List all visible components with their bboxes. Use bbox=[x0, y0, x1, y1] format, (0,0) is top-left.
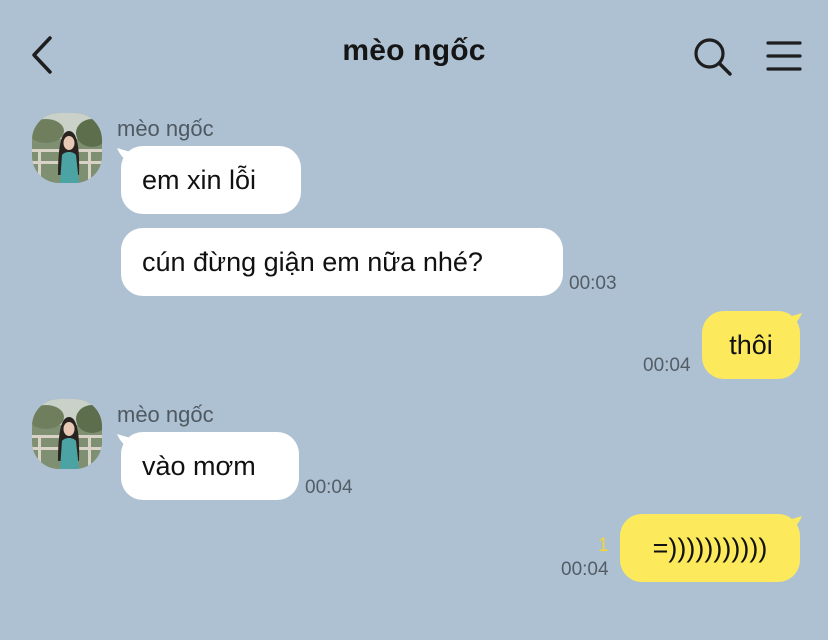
sender-name: mèo ngốc bbox=[117, 402, 214, 427]
chat-header: mèo ngốc bbox=[0, 0, 828, 110]
unread-count: 1 bbox=[598, 535, 609, 556]
message-timestamp: 00:03 bbox=[569, 273, 617, 294]
message-bubble-incoming[interactable]: vào mơm bbox=[121, 432, 299, 500]
message-bubble-outgoing[interactable]: thôi bbox=[702, 311, 800, 379]
message-bubble-incoming[interactable]: cún đừng giận em nữa nhé? bbox=[121, 228, 563, 296]
message-timestamp: 00:04 bbox=[305, 477, 353, 498]
avatar[interactable] bbox=[32, 399, 102, 469]
message-timestamp: 00:04 bbox=[643, 355, 691, 376]
avatar-photo-image bbox=[32, 399, 102, 469]
message-timestamp: 00:04 bbox=[561, 559, 609, 580]
sender-name: mèo ngốc bbox=[117, 116, 214, 141]
avatar[interactable] bbox=[32, 113, 102, 183]
search-icon[interactable] bbox=[692, 36, 734, 78]
message-bubble-incoming[interactable]: em xin lỗi bbox=[121, 146, 301, 214]
avatar-photo-image bbox=[32, 113, 102, 183]
hamburger-menu-icon[interactable] bbox=[765, 38, 803, 74]
message-bubble-outgoing[interactable]: =))))))))))) bbox=[620, 514, 800, 582]
